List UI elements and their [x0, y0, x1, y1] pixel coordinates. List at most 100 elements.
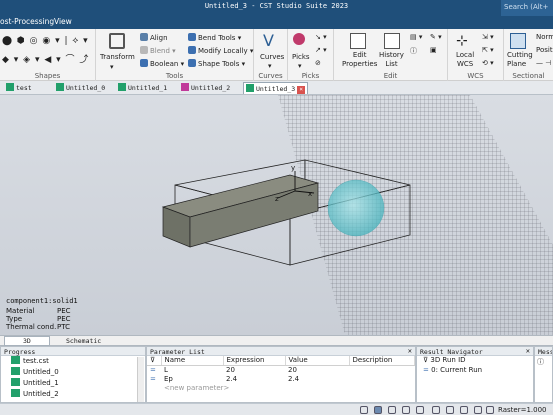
- ribbon-group-label: Edit: [383, 72, 398, 80]
- wcs-align-icon[interactable]: ⇲ ▾: [482, 33, 494, 41]
- wcs-rotate-icon[interactable]: ⟲ ▾: [482, 59, 494, 67]
- close-icon[interactable]: ✕: [408, 347, 412, 355]
- align-button[interactable]: Align: [140, 33, 168, 42]
- param-expression[interactable]: 20: [223, 365, 285, 374]
- project-icon: [181, 83, 189, 91]
- progress-panel: Progress test.cst Untitled_0 Untitled_1 …: [0, 346, 146, 403]
- table-row[interactable]: = L 20 20: [147, 365, 415, 374]
- position-field[interactable]: Position: [536, 46, 553, 54]
- menu-post-processing[interactable]: ost-Processing: [0, 17, 54, 26]
- edit-list-icon[interactable]: ▤ ▾: [410, 33, 422, 41]
- pick-edge-icon[interactable]: ↗ ▾: [315, 46, 327, 54]
- transform-icon: [109, 33, 125, 49]
- fit-icon[interactable]: [416, 406, 424, 414]
- filter-icon[interactable]: ⊽: [147, 356, 162, 366]
- param-description[interactable]: [349, 365, 415, 374]
- close-tab-icon[interactable]: ×: [297, 86, 306, 94]
- progress-item[interactable]: test.cst: [1, 356, 145, 367]
- doc-tab-untitled-2[interactable]: Untitled_2: [179, 82, 232, 94]
- table-row[interactable]: = Ep 2.4 2.4: [147, 374, 415, 383]
- wcs-move-icon[interactable]: ⇱ ▾: [482, 46, 494, 54]
- window-title: Untitled_3 - CST Studio Suite 2023: [204, 2, 349, 10]
- info-icon[interactable]: ⓘ: [535, 356, 552, 368]
- sectional-slider[interactable]: — ⊣: [536, 59, 551, 67]
- info-row: Material PEC: [6, 307, 71, 315]
- normal-field[interactable]: Normal: [536, 33, 553, 41]
- ribbon-group-shapes: ⬤ ⬢ ◎ ◉ ▾ | ⟡ ▾ ◆ ▾ ◈ ▾ ◀ ▾ ⌒ ⤴ Shapes: [0, 29, 96, 81]
- progress-item[interactable]: Untitled_1: [1, 378, 145, 389]
- tab-3d[interactable]: 3D: [4, 336, 50, 346]
- picks-dropdown-icon[interactable]: ▾: [298, 62, 302, 70]
- search-box[interactable]: Search (Alt+: [501, 0, 553, 16]
- param-name[interactable]: Ep: [161, 374, 223, 383]
- progress-item[interactable]: Untitled_2: [1, 389, 145, 400]
- doc-tab-untitled-3[interactable]: Untitled_3 ×: [243, 82, 309, 94]
- column-header[interactable]: Description: [349, 356, 415, 366]
- mesh-view-icon[interactable]: [460, 406, 468, 414]
- edit-tools-icon[interactable]: ✎ ▾: [430, 33, 442, 41]
- search-zoom-icon[interactable]: [432, 406, 440, 414]
- shape-extrude-icons[interactable]: ◆ ▾ ◈ ▾ ◀ ▾ ⌒ ⤴: [2, 52, 89, 65]
- local-wcs-button[interactable]: Local WCS: [456, 51, 474, 69]
- transform-dropdown-icon[interactable]: ▾: [110, 63, 114, 71]
- view-options-icon[interactable]: [446, 406, 454, 414]
- scrollbar[interactable]: [137, 357, 144, 402]
- pan-icon[interactable]: [360, 406, 368, 414]
- axis-label-x: x: [308, 190, 312, 198]
- select-icon[interactable]: [374, 406, 382, 414]
- param-description[interactable]: [349, 374, 415, 383]
- shape-primitives-icons[interactable]: ⬤ ⬢ ◎ ◉ ▾ | ⟡ ▾: [2, 36, 89, 46]
- picks-button[interactable]: Picks: [292, 53, 310, 61]
- zoom-icon[interactable]: [402, 406, 410, 414]
- close-icon[interactable]: ✕: [526, 347, 530, 355]
- edit-info-icon[interactable]: ⓘ: [410, 46, 417, 56]
- doc-tab-test[interactable]: test: [4, 82, 34, 94]
- curves-button[interactable]: Curves: [260, 53, 284, 61]
- panel-header: Parameter List ✕: [147, 347, 415, 356]
- project-icon: [11, 378, 20, 386]
- boolean-icon: [140, 59, 148, 67]
- progress-item[interactable]: Untitled_0: [1, 367, 145, 378]
- wireframe-icon[interactable]: [474, 406, 482, 414]
- column-header[interactable]: Value: [285, 356, 350, 366]
- blend-button[interactable]: Blend ▾: [140, 46, 176, 55]
- cutting-plane-button[interactable]: Cutting Plane: [507, 51, 533, 69]
- doc-tab-untitled-1[interactable]: Untitled_1: [116, 82, 169, 94]
- table-header-row: ⊽ Name Expression Value Description: [147, 356, 415, 366]
- transform-button[interactable]: Transform: [100, 53, 135, 61]
- bend-tools-button[interactable]: Bend Tools ▾: [188, 33, 241, 42]
- menu-view[interactable]: View: [54, 17, 72, 26]
- column-header[interactable]: Name: [161, 356, 224, 366]
- boolean-button[interactable]: Boolean ▾: [140, 59, 184, 68]
- display-settings-icon[interactable]: [486, 406, 494, 414]
- project-icon: [6, 83, 14, 91]
- shape-tools-button[interactable]: Shape Tools ▾: [188, 59, 245, 68]
- doc-tab-untitled-0[interactable]: Untitled_0: [54, 82, 107, 94]
- modify-locally-button[interactable]: Modify Locally ▾: [188, 46, 253, 55]
- curves-dropdown-icon[interactable]: ▾: [268, 62, 272, 70]
- new-parameter-placeholder[interactable]: <new parameter>: [161, 383, 415, 392]
- pick-point-icon[interactable]: ↘ ▾: [315, 33, 327, 41]
- project-icon: [11, 389, 20, 397]
- new-parameter-row[interactable]: <new parameter>: [147, 383, 415, 392]
- column-header[interactable]: Expression: [223, 356, 286, 366]
- clear-picks-icon[interactable]: ⊘: [315, 59, 321, 67]
- param-name[interactable]: L: [161, 365, 223, 374]
- edit-properties-icon: [350, 33, 366, 49]
- run-icon: =: [423, 366, 429, 374]
- result-nav-run[interactable]: = 0: Current Run: [417, 366, 533, 376]
- param-value: 20: [288, 365, 297, 374]
- 3d-viewport[interactable]: y x z component1:solid1 Material PEC Type…: [0, 95, 553, 335]
- history-list-button[interactable]: History List: [379, 51, 404, 69]
- result-nav-header[interactable]: ⊽ 3D Run ID: [417, 356, 533, 366]
- ribbon-group-tools: Transform ▾ Align Blend ▾ Boolean ▾ Bend…: [96, 29, 254, 81]
- param-expression[interactable]: 2.4: [223, 374, 285, 383]
- edit-extra-icon[interactable]: ▣: [430, 46, 437, 54]
- bend-icon: [188, 33, 196, 41]
- rotate-icon[interactable]: [388, 406, 396, 414]
- edit-properties-button[interactable]: Edit Properties: [342, 51, 377, 69]
- tab-schematic[interactable]: Schematic: [66, 337, 101, 345]
- ribbon-group-edit: Edit Properties History List ▤ ▾ ⓘ ✎ ▾ ▣…: [334, 29, 448, 81]
- model-canvas: y x z: [161, 95, 553, 335]
- project-icon: [11, 356, 20, 364]
